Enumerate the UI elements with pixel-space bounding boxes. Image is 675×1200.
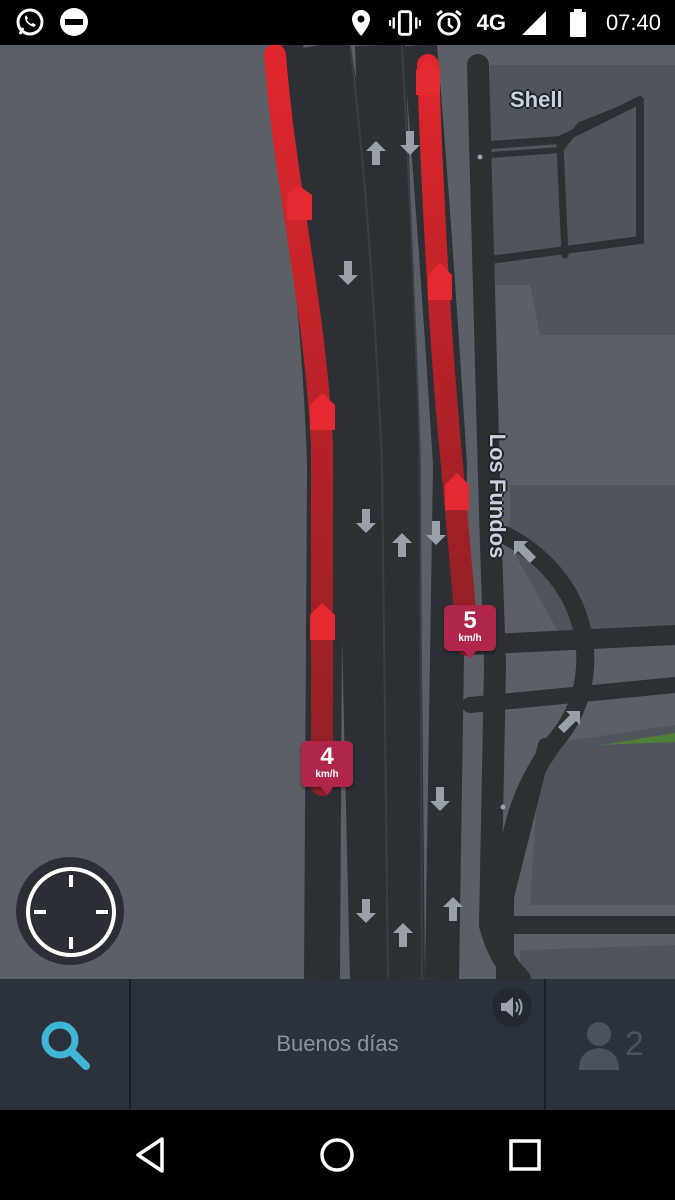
friends-count: 2 — [625, 1025, 644, 1063]
bottom-bar: Buenos días 2 — [0, 979, 675, 1110]
street-label-los-fundos: Los Fundos — [485, 433, 510, 559]
network-type: 4G — [476, 10, 506, 35]
battery-icon — [562, 7, 594, 39]
recents-icon — [509, 1139, 541, 1171]
clock: 07:40 — [605, 10, 661, 35]
sound-button[interactable] — [492, 987, 532, 1027]
traffic-speed-badge[interactable]: 4 km/h — [301, 741, 353, 795]
whatsapp-icon — [14, 6, 46, 38]
home-icon — [320, 1138, 354, 1172]
search-icon — [41, 1021, 90, 1070]
traffic-speed-unit: km/h — [315, 769, 339, 780]
greeting-panel[interactable]: Buenos días — [131, 979, 546, 1110]
crosshair-icon — [26, 867, 116, 957]
person-icon — [579, 1021, 620, 1070]
map-canvas — [264, 45, 675, 979]
back-icon — [136, 1137, 164, 1173]
recents-button[interactable] — [505, 1135, 545, 1175]
poi-label-shell: Shell — [510, 87, 563, 112]
speaker-icon — [501, 997, 523, 1017]
map-view[interactable]: Shell Los Fundos 5 km/h 4 km/h — [0, 45, 675, 979]
traffic-speed-badge[interactable]: 5 km/h — [444, 605, 496, 659]
do-not-disturb-icon — [58, 6, 90, 38]
alarm-icon — [433, 7, 465, 39]
status-bar: 4G 07:40 — [0, 0, 675, 45]
recenter-button[interactable] — [16, 857, 124, 965]
signal-icon — [518, 7, 550, 39]
search-button[interactable] — [0, 979, 131, 1110]
friends-button[interactable]: 2 — [546, 979, 675, 1110]
city-block — [520, 945, 675, 979]
vibrate-icon — [388, 7, 421, 39]
home-button[interactable] — [317, 1135, 357, 1175]
greeting-text: Buenos días — [276, 1031, 399, 1056]
traffic-speed-value: 5 — [463, 607, 477, 634]
traffic-speed-unit: km/h — [458, 633, 482, 644]
navigation-bar — [0, 1110, 675, 1200]
traffic-speed-value: 4 — [320, 743, 334, 770]
back-button[interactable] — [130, 1135, 170, 1175]
location-icon — [345, 7, 377, 39]
